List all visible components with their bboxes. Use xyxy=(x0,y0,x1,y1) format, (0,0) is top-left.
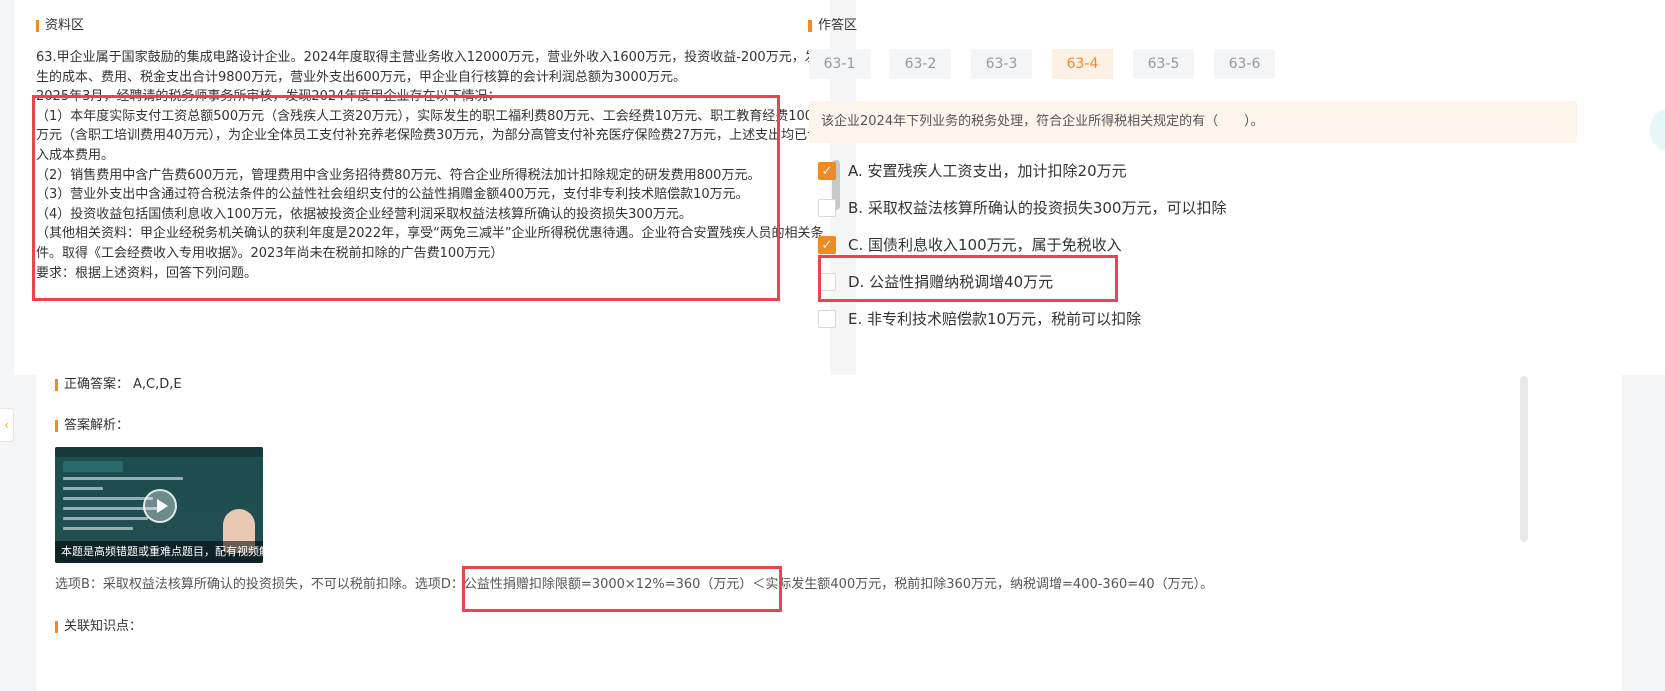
material-item-3: （3）营业外支出中含通过符合税法条件的公益性社会组织支付的公益性捐赠金额400万… xyxy=(36,187,749,203)
material-requirement: 要求：根据上述资料，回答下列问题。 xyxy=(36,265,258,281)
option-c-label: C. 国债利息收入100万元，属于免税收入 xyxy=(848,236,1122,254)
video-text-line xyxy=(63,527,133,530)
question-stem: 该企业2024年下列业务的税务处理，符合企业所得税相关规定的有（ ）。 xyxy=(809,101,1577,143)
option-d-checkbox[interactable] xyxy=(818,273,836,291)
collapse-panel-button[interactable]: ‹ xyxy=(0,408,14,442)
correct-answer-label: 正确答案： xyxy=(55,377,129,393)
check-icon: ✓ xyxy=(821,163,833,179)
check-icon: ✓ xyxy=(821,237,833,253)
solution-scrollbar[interactable] xyxy=(1520,376,1528,542)
tab-63-3[interactable]: 63-3 xyxy=(971,49,1032,79)
solution-panel xyxy=(36,375,1622,691)
option-e-label: E. 非专利技术赔偿款10万元，税前可以扣除 xyxy=(848,310,1142,328)
video-header-bar xyxy=(55,447,263,457)
left-gutter: ‹ xyxy=(0,0,14,691)
material-intro: 63.甲企业属于国家鼓励的集成电路设计企业。2024年度取得主营业务收入1200… xyxy=(36,50,818,85)
material-item-1: （1）本年度实际支付工资总额500万元（含残疾人工资20万元），实际发生的职工福… xyxy=(36,108,821,163)
option-e-checkbox[interactable] xyxy=(818,310,836,328)
material-other-info: （其他相关资料：甲企业经税务机关确认的获利年度是2022年，享受“两免三减半”企… xyxy=(36,226,824,261)
option-c-checkbox[interactable]: ✓ xyxy=(818,236,836,254)
option-d-label: D. 公益性捐赠纳税调增40万元 xyxy=(848,273,1054,291)
tab-63-4[interactable]: 63-4 xyxy=(1052,49,1113,79)
video-tag xyxy=(63,461,123,472)
material-review-line: 2025年3月，经聘请的税务师事务所审核，发现2024年度甲企业存在以下情况： xyxy=(36,89,501,105)
material-item-2: （2）销售费用中含广告费600万元，管理费用中含业务招待费80万元、符合企业所得… xyxy=(36,167,761,183)
analysis-label: 答案解析： xyxy=(55,418,129,434)
material-title: 资料区 xyxy=(36,18,84,34)
option-b-label: B. 采取权益法核算所确认的投资损失300万元，可以扣除 xyxy=(848,199,1227,217)
video-text-line xyxy=(63,487,103,490)
video-caption: 本题是高频错题或重难点题目，配有视频解析 xyxy=(55,541,263,563)
material-panel: 资料区 63.甲企业属于国家鼓励的集成电路设计企业。2024年度取得主营业务收入… xyxy=(14,0,830,375)
knowledge-point-label: 关联知识点： xyxy=(55,619,142,635)
options-list: ✓ A. 安置残疾人工资支出，加计扣除20万元 B. 采取权益法核算所确认的投资… xyxy=(818,160,1226,345)
analysis-text: 选项B：采取权益法核算所确认的投资损失，不可以税前扣除。选项D：公益性捐赠扣除限… xyxy=(55,577,1214,592)
tab-63-5[interactable]: 63-5 xyxy=(1133,49,1194,79)
option-b-checkbox[interactable] xyxy=(818,199,836,217)
option-e[interactable]: E. 非专利技术赔偿款10万元，税前可以扣除 xyxy=(818,308,1226,345)
material-item-4: （4）投资收益包括国债利息收入100万元，依据被投资企业经营利润采取权益法核算所… xyxy=(36,206,692,222)
tab-63-2[interactable]: 63-2 xyxy=(890,49,951,79)
video-text-line xyxy=(63,497,153,500)
option-a[interactable]: ✓ A. 安置残疾人工资支出，加计扣除20万元 xyxy=(818,160,1226,197)
question-text: 该企业2024年下列业务的税务处理，符合企业所得税相关规定的有（ ）。 xyxy=(821,114,1264,129)
option-a-label: A. 安置残疾人工资支出，加计扣除20万元 xyxy=(848,162,1127,180)
correct-answer-value: A,C,D,E xyxy=(133,377,182,392)
video-analysis-thumbnail[interactable]: 本题是高频错题或重难点题目，配有视频解析 xyxy=(55,447,263,563)
option-d[interactable]: D. 公益性捐赠纳税调增40万元 xyxy=(818,271,1226,308)
tab-63-1[interactable]: 63-1 xyxy=(809,49,870,79)
question-tabs: 63-1 63-2 63-3 63-4 63-5 63-6 xyxy=(809,49,1275,79)
video-text-line xyxy=(63,477,183,480)
answer-area-title: 作答区 xyxy=(809,18,857,34)
video-text-line xyxy=(63,517,148,520)
play-icon[interactable] xyxy=(143,489,177,523)
material-content: 63.甲企业属于国家鼓励的集成电路设计企业。2024年度取得主营业务收入1200… xyxy=(36,48,826,283)
option-b[interactable]: B. 采取权益法核算所确认的投资损失300万元，可以扣除 xyxy=(818,197,1226,234)
option-a-checkbox[interactable]: ✓ xyxy=(818,162,836,180)
chevron-left-icon: ‹ xyxy=(4,418,9,432)
option-c[interactable]: ✓ C. 国债利息收入100万元，属于免税收入 xyxy=(818,234,1226,271)
tab-63-6[interactable]: 63-6 xyxy=(1214,49,1275,79)
